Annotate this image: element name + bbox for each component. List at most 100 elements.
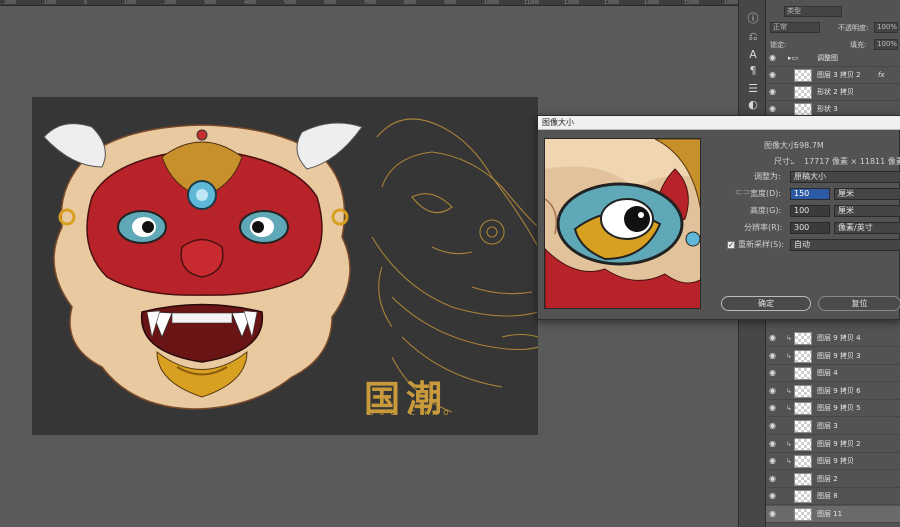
layer-row[interactable]: ◉ ↳ 图层 9 拷贝 3: [766, 348, 900, 365]
ruler-tick-label: 12000: [564, 0, 580, 6]
styles-icon[interactable]: ◐: [746, 98, 760, 112]
visibility-eye-icon[interactable]: ◉: [769, 457, 779, 465]
layer-name[interactable]: 图层 9 拷贝 5: [817, 404, 861, 413]
horizontal-ruler[interactable]: 2000 1000 0 1000 2000 3000 4000 5000 6000 7000 800…: [0, 0, 738, 6]
layer-thumbnail: [794, 349, 812, 363]
visibility-eye-icon[interactable]: ◉: [769, 351, 779, 360]
clipping-mask-icon: ↳: [786, 351, 792, 360]
visibility-eye-icon[interactable]: ◉: [769, 404, 779, 412]
visibility-eye-icon[interactable]: ◉: [769, 510, 779, 518]
paragraph-icon[interactable]: ¶: [746, 64, 760, 78]
layer-thumbnail: [794, 472, 812, 486]
layer-name[interactable]: 形状 2 拷贝: [817, 88, 854, 97]
layer-thumbnail: [794, 490, 812, 504]
opacity-field[interactable]: 100%: [874, 22, 898, 33]
height-input[interactable]: 100: [790, 205, 830, 217]
layer-row[interactable]: ◉ ↳ 图层 9 拷贝 2: [766, 436, 900, 453]
visibility-eye-icon[interactable]: ◉: [769, 88, 779, 96]
clipping-mask-icon: ↳: [786, 404, 792, 413]
ruler-tick-label: 15000: [684, 0, 700, 6]
reset-button[interactable]: 复位: [818, 296, 900, 311]
layer-name[interactable]: 图层 3 拷贝 2: [817, 71, 861, 80]
layer-row[interactable]: ◉ 图层 11: [766, 506, 900, 523]
layer-name[interactable]: 图层 3: [817, 422, 838, 431]
visibility-eye-icon[interactable]: ◉: [769, 71, 779, 79]
blend-mode-dropdown[interactable]: 正常: [770, 22, 820, 33]
photoshop-window: 2000 1000 0 1000 2000 3000 4000 5000 6000 7000 800…: [0, 0, 900, 527]
layer-name[interactable]: 调整图: [817, 54, 838, 63]
info-icon[interactable]: ⓘ: [746, 12, 760, 26]
width-unit-dropdown[interactable]: 厘米: [834, 188, 900, 200]
visibility-eye-icon[interactable]: ◉: [769, 54, 779, 62]
layer-thumbnail: [794, 86, 812, 99]
visibility-eye-icon[interactable]: ◉: [769, 439, 779, 448]
fx-icon[interactable]: fx: [878, 71, 885, 80]
height-unit-dropdown[interactable]: 厘米: [834, 205, 900, 217]
visibility-eye-icon[interactable]: ◉: [769, 334, 779, 342]
ruler-tick-label: 6000: [324, 0, 337, 6]
fit-to-label: 调整为:: [754, 172, 781, 181]
height-label: 高度(G):: [750, 206, 782, 215]
visibility-eye-icon[interactable]: ◉: [769, 474, 779, 483]
ruler-tick-label: 5000: [284, 0, 297, 6]
fill-field[interactable]: 100%: [874, 39, 898, 50]
filter-kind-dropdown[interactable]: 类型: [784, 6, 842, 17]
resolution-unit-dropdown[interactable]: 像素/英寸: [834, 222, 900, 234]
ruler-tick-label: 14000: [644, 0, 660, 6]
layer-thumbnail: [794, 508, 812, 521]
image-preview[interactable]: [544, 138, 701, 309]
layer-row[interactable]: ◉ 形状 2 拷贝: [766, 84, 900, 101]
layer-name[interactable]: 图层 9 拷贝: [817, 457, 854, 466]
layer-group-row[interactable]: ◉ ▸▭ 调整图: [766, 50, 900, 67]
layer-thumbnail: [794, 332, 812, 345]
ruler-tick-label: 0: [84, 0, 88, 6]
layer-row[interactable]: ◉ 图层 2: [766, 471, 900, 488]
layer-name[interactable]: 图层 8: [817, 492, 838, 501]
layer-name[interactable]: 图层 9 拷贝 6: [817, 387, 861, 396]
ruler-tick-label: 1000: [44, 0, 57, 6]
layer-thumbnail: [794, 69, 812, 82]
folder-icon: ▸▭: [788, 54, 799, 62]
ruler-tick-label: 13000: [604, 0, 620, 6]
layer-thumbnail: [794, 437, 812, 451]
layer-name[interactable]: 图层 9 拷贝 4: [817, 334, 861, 343]
document-canvas[interactable]: 国潮 GUO CHAO: [32, 97, 538, 435]
resolution-input[interactable]: 300: [790, 222, 830, 234]
ok-button[interactable]: 确定: [721, 296, 811, 311]
chevron-down-icon[interactable]: ⌄: [790, 157, 796, 167]
visibility-eye-icon[interactable]: ◉: [769, 369, 779, 377]
resample-dropdown[interactable]: 自动: [790, 239, 900, 251]
visibility-eye-icon[interactable]: ◉: [769, 386, 779, 395]
layer-name[interactable]: 图层 9 拷贝 2: [817, 440, 861, 449]
visibility-eye-icon[interactable]: ◉: [769, 422, 779, 430]
layer-row[interactable]: ◉ ↳ 图层 9 拷贝: [766, 453, 900, 471]
layer-row[interactable]: ◉ ↳ 图层 9 拷贝 4: [766, 330, 900, 347]
layer-name[interactable]: 图层 2: [817, 475, 838, 484]
ruler-tick-label: 4000: [244, 0, 257, 6]
image-size-dialog: 图像大小 图像大小: 598.7M 尺寸: ⌄ 17717 像素 × 11811: [537, 115, 900, 320]
adjustments-icon[interactable]: ☰: [746, 82, 760, 96]
visibility-eye-icon[interactable]: ◉: [769, 105, 779, 113]
layer-row[interactable]: ◉ ↳ 图层 9 拷贝 6: [766, 383, 900, 400]
layer-name[interactable]: 图层 4: [817, 369, 838, 378]
layer-row[interactable]: ◉ ↳ 图层 9 拷贝 5: [766, 400, 900, 418]
layer-row[interactable]: ◉ 图层 8: [766, 488, 900, 506]
layer-name[interactable]: 图层 9 拷贝 3: [817, 352, 861, 361]
visibility-eye-icon[interactable]: ◉: [769, 492, 779, 500]
fit-to-dropdown[interactable]: 原稿大小: [790, 171, 900, 183]
constrain-proportions-link-icon[interactable]: ⊂⊃: [735, 188, 750, 198]
ruler-tick-label: 10000: [484, 0, 500, 6]
dialog-titlebar[interactable]: 图像大小: [538, 116, 900, 130]
layer-name[interactable]: 图层 11: [817, 510, 842, 519]
layer-row[interactable]: ◉ 图层 3: [766, 418, 900, 435]
resample-checkbox[interactable]: ✓: [727, 241, 735, 249]
history-icon[interactable]: ⎌: [746, 30, 760, 44]
width-input[interactable]: 150: [790, 188, 830, 200]
layer-row[interactable]: ◉ 图层 4: [766, 365, 900, 383]
layer-name[interactable]: 形状 3: [817, 105, 838, 114]
clipping-mask-icon: ↳: [786, 457, 792, 466]
text-icon[interactable]: A: [746, 48, 760, 62]
artwork-subtitle: GUO CHAO: [368, 409, 455, 417]
layer-row[interactable]: ◉ 图层 3 拷贝 2 fx: [766, 67, 900, 84]
layer-thumbnail: [794, 367, 812, 381]
